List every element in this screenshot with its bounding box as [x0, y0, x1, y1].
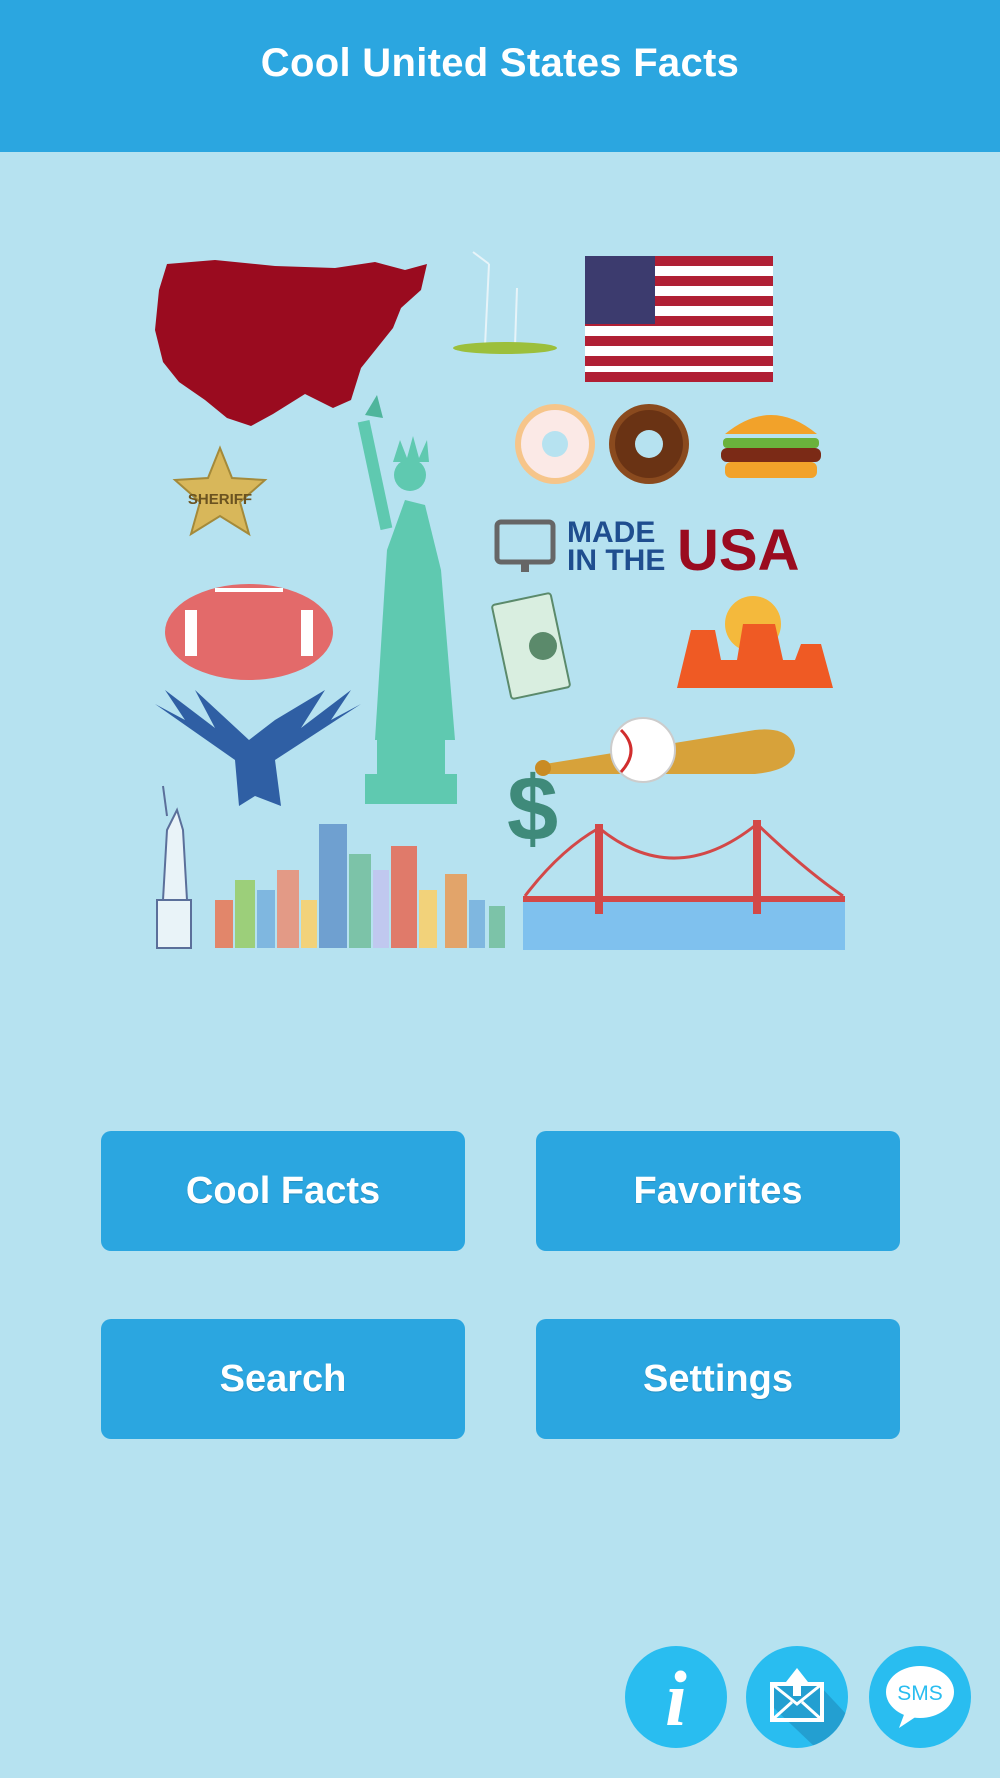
- golden-gate-bridge-icon: [523, 820, 845, 950]
- sheriff-badge-icon: SHERIFF: [172, 445, 268, 537]
- statue-of-liberty-icon: [357, 395, 457, 804]
- info-button[interactable]: i: [625, 1646, 727, 1748]
- usa-map-icon: [155, 260, 427, 426]
- sheriff-label: SHERIFF: [188, 491, 252, 508]
- share-mail-icon: [770, 1668, 848, 1748]
- canyon-sunset-icon: [677, 596, 833, 688]
- money-icon: [491, 592, 571, 700]
- info-icon: i: [665, 1655, 687, 1742]
- search-button[interactable]: Search: [101, 1319, 465, 1439]
- favorites-button[interactable]: Favorites: [536, 1131, 900, 1251]
- made-in-usa-icon: MADE IN THE USA: [494, 516, 799, 583]
- burger-icon: [721, 415, 821, 478]
- donut-icon: [515, 404, 689, 484]
- city-skyline-icon: [215, 824, 505, 948]
- share-mail-button[interactable]: [746, 1646, 848, 1748]
- eagle-icon: [155, 690, 361, 806]
- baseball-bat-icon: [535, 717, 795, 783]
- sms-button[interactable]: SMS: [869, 1646, 971, 1748]
- wind-turbine-icon: [453, 251, 557, 354]
- settings-button[interactable]: Settings: [536, 1319, 900, 1439]
- sms-label: SMS: [897, 1682, 943, 1705]
- app-header: Cool United States Facts: [0, 0, 1000, 152]
- football-icon: [165, 584, 333, 680]
- usa-collage-image: SHERIFF MADE IN THE USA $: [155, 250, 845, 950]
- sms-icon: SMS: [886, 1666, 954, 1728]
- dollar-sign-icon: $: [507, 758, 558, 860]
- cool-facts-button[interactable]: Cool Facts: [101, 1131, 465, 1251]
- in-the-label: IN THE: [567, 544, 665, 577]
- page-title: Cool United States Facts: [260, 40, 740, 85]
- us-flag-icon: [585, 256, 773, 382]
- usa-label: USA: [677, 518, 799, 583]
- small-statue-icon: [156, 785, 192, 949]
